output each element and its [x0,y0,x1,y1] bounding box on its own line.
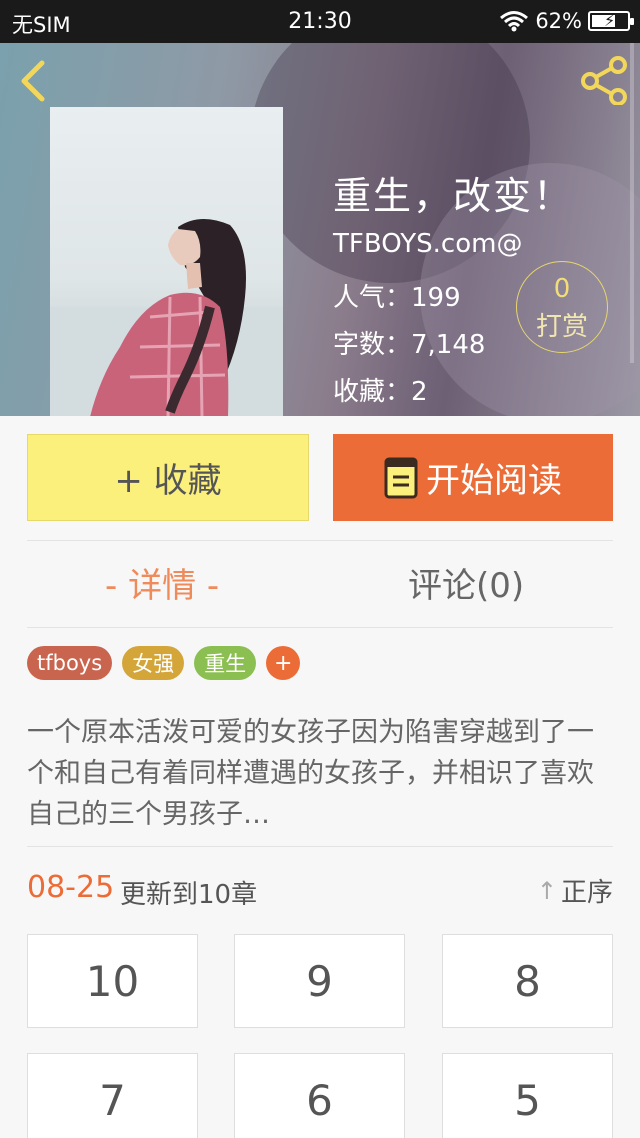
share-button[interactable] [578,55,630,106]
status-bar: 无SIM 21:30 62% ⚡ [0,0,640,43]
book-icon [384,457,418,498]
update-date: 08-25 [27,870,115,905]
tab-details[interactable]: - 详情 - [105,558,219,607]
tag-list: tfboys 女强 重生 + [27,646,301,680]
sort-order-button[interactable]: ↑ 正序 [537,872,613,909]
divider [27,846,613,847]
popularity-stat: 人气：199 [333,283,461,313]
chapter-button[interactable]: 9 [234,934,405,1028]
tag-tfboys[interactable]: tfboys [27,646,113,680]
favorites-stat: 收藏：2 [333,377,428,407]
reward-label: 打赏 [535,312,588,342]
favorite-button[interactable]: + 收藏 [27,434,309,521]
tag-rebirth[interactable]: 重生 [194,646,257,680]
reward-button[interactable]: 0 打赏 [516,261,608,353]
wifi-icon [500,11,529,32]
word-count-stat: 字数：7,148 [333,330,486,360]
divider [27,540,613,541]
chapter-button[interactable]: 10 [27,934,198,1028]
chapter-button[interactable]: 6 [234,1053,405,1138]
chevron-left-icon [21,60,45,102]
book-header: 重生，改变！ TFBOYS.com@ 人气：199 字数：7,148 收藏：2 … [0,43,640,416]
start-reading-label: 开始阅读 [426,461,562,501]
sort-order-label: 正序 [560,878,613,908]
book-author[interactable]: TFBOYS.com@ [333,229,522,259]
add-tag-button[interactable]: + [266,646,301,680]
battery-icon: ⚡ [588,11,634,31]
favorite-button-label: + 收藏 [114,461,222,501]
start-reading-button[interactable]: 开始阅读 [333,434,613,521]
chapter-button[interactable]: 8 [442,934,613,1028]
tag-female-lead[interactable]: 女强 [122,646,185,680]
tab-comments[interactable]: 评论(0) [408,558,524,607]
back-button[interactable] [14,55,54,105]
book-title: 重生，改变！ [333,174,574,218]
share-icon [581,56,627,106]
reward-count: 0 [553,274,571,304]
arrow-up-icon: ↑ [536,876,557,905]
chapter-button[interactable]: 7 [27,1053,198,1138]
book-cover[interactable] [50,107,283,416]
update-status: 更新到10章 [120,880,258,910]
cover-illustration [50,218,283,416]
chapter-button[interactable]: 5 [442,1053,613,1138]
battery-percent: 62% [535,9,582,33]
scroll-indicator [630,43,634,363]
divider [27,627,613,628]
status-right: 62% ⚡ [499,9,634,33]
book-intro[interactable]: 一个原本活泼可爱的女孩子因为陷害穿越到了一个和自己有着同样遭遇的女孩子，并相识了… [27,712,613,835]
